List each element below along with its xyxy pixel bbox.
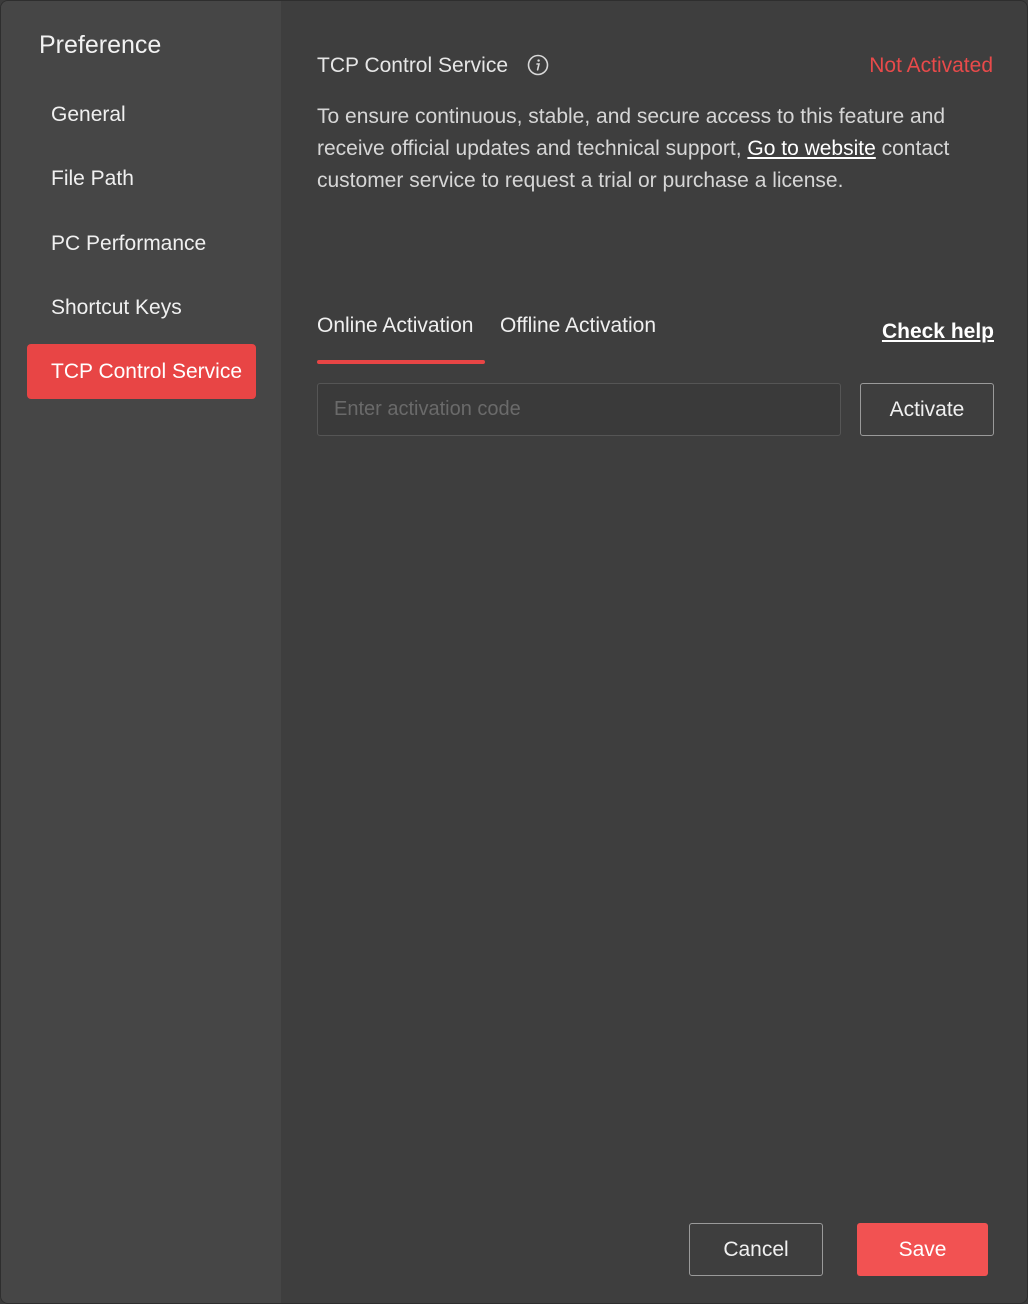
check-help-link[interactable]: Check help [882,320,994,344]
description: To ensure continuous, stable, and secure… [317,101,997,197]
sidebar-item-tcp-control-service[interactable]: TCP Control Service [27,344,256,399]
sidebar: Preference General File Path PC Performa… [1,1,281,1303]
tab-offline-activation[interactable]: Offline Activation [500,314,656,338]
activate-button[interactable]: Activate [860,383,994,436]
sidebar-item-shortcut-keys[interactable]: Shortcut Keys [27,280,256,335]
sidebar-item-pc-performance[interactable]: PC Performance [27,216,256,271]
info-icon[interactable] [527,54,549,76]
active-tab-indicator [317,360,485,364]
activation-code-input[interactable] [317,383,841,436]
activation-status: Not Activated [869,54,993,77]
cancel-button[interactable]: Cancel [689,1223,823,1276]
tab-online-activation[interactable]: Online Activation [317,314,473,338]
section-title: TCP Control Service [317,54,509,77]
save-button[interactable]: Save [857,1223,988,1276]
sidebar-item-general[interactable]: General [27,87,256,142]
main-panel: TCP Control Service Not Activated To ens… [281,1,1027,1303]
sidebar-title: Preference [39,31,162,59]
go-to-website-link[interactable]: Go to website [747,137,875,160]
sidebar-item-file-path[interactable]: File Path [27,151,256,206]
preference-dialog: Preference General File Path PC Performa… [0,0,1028,1304]
